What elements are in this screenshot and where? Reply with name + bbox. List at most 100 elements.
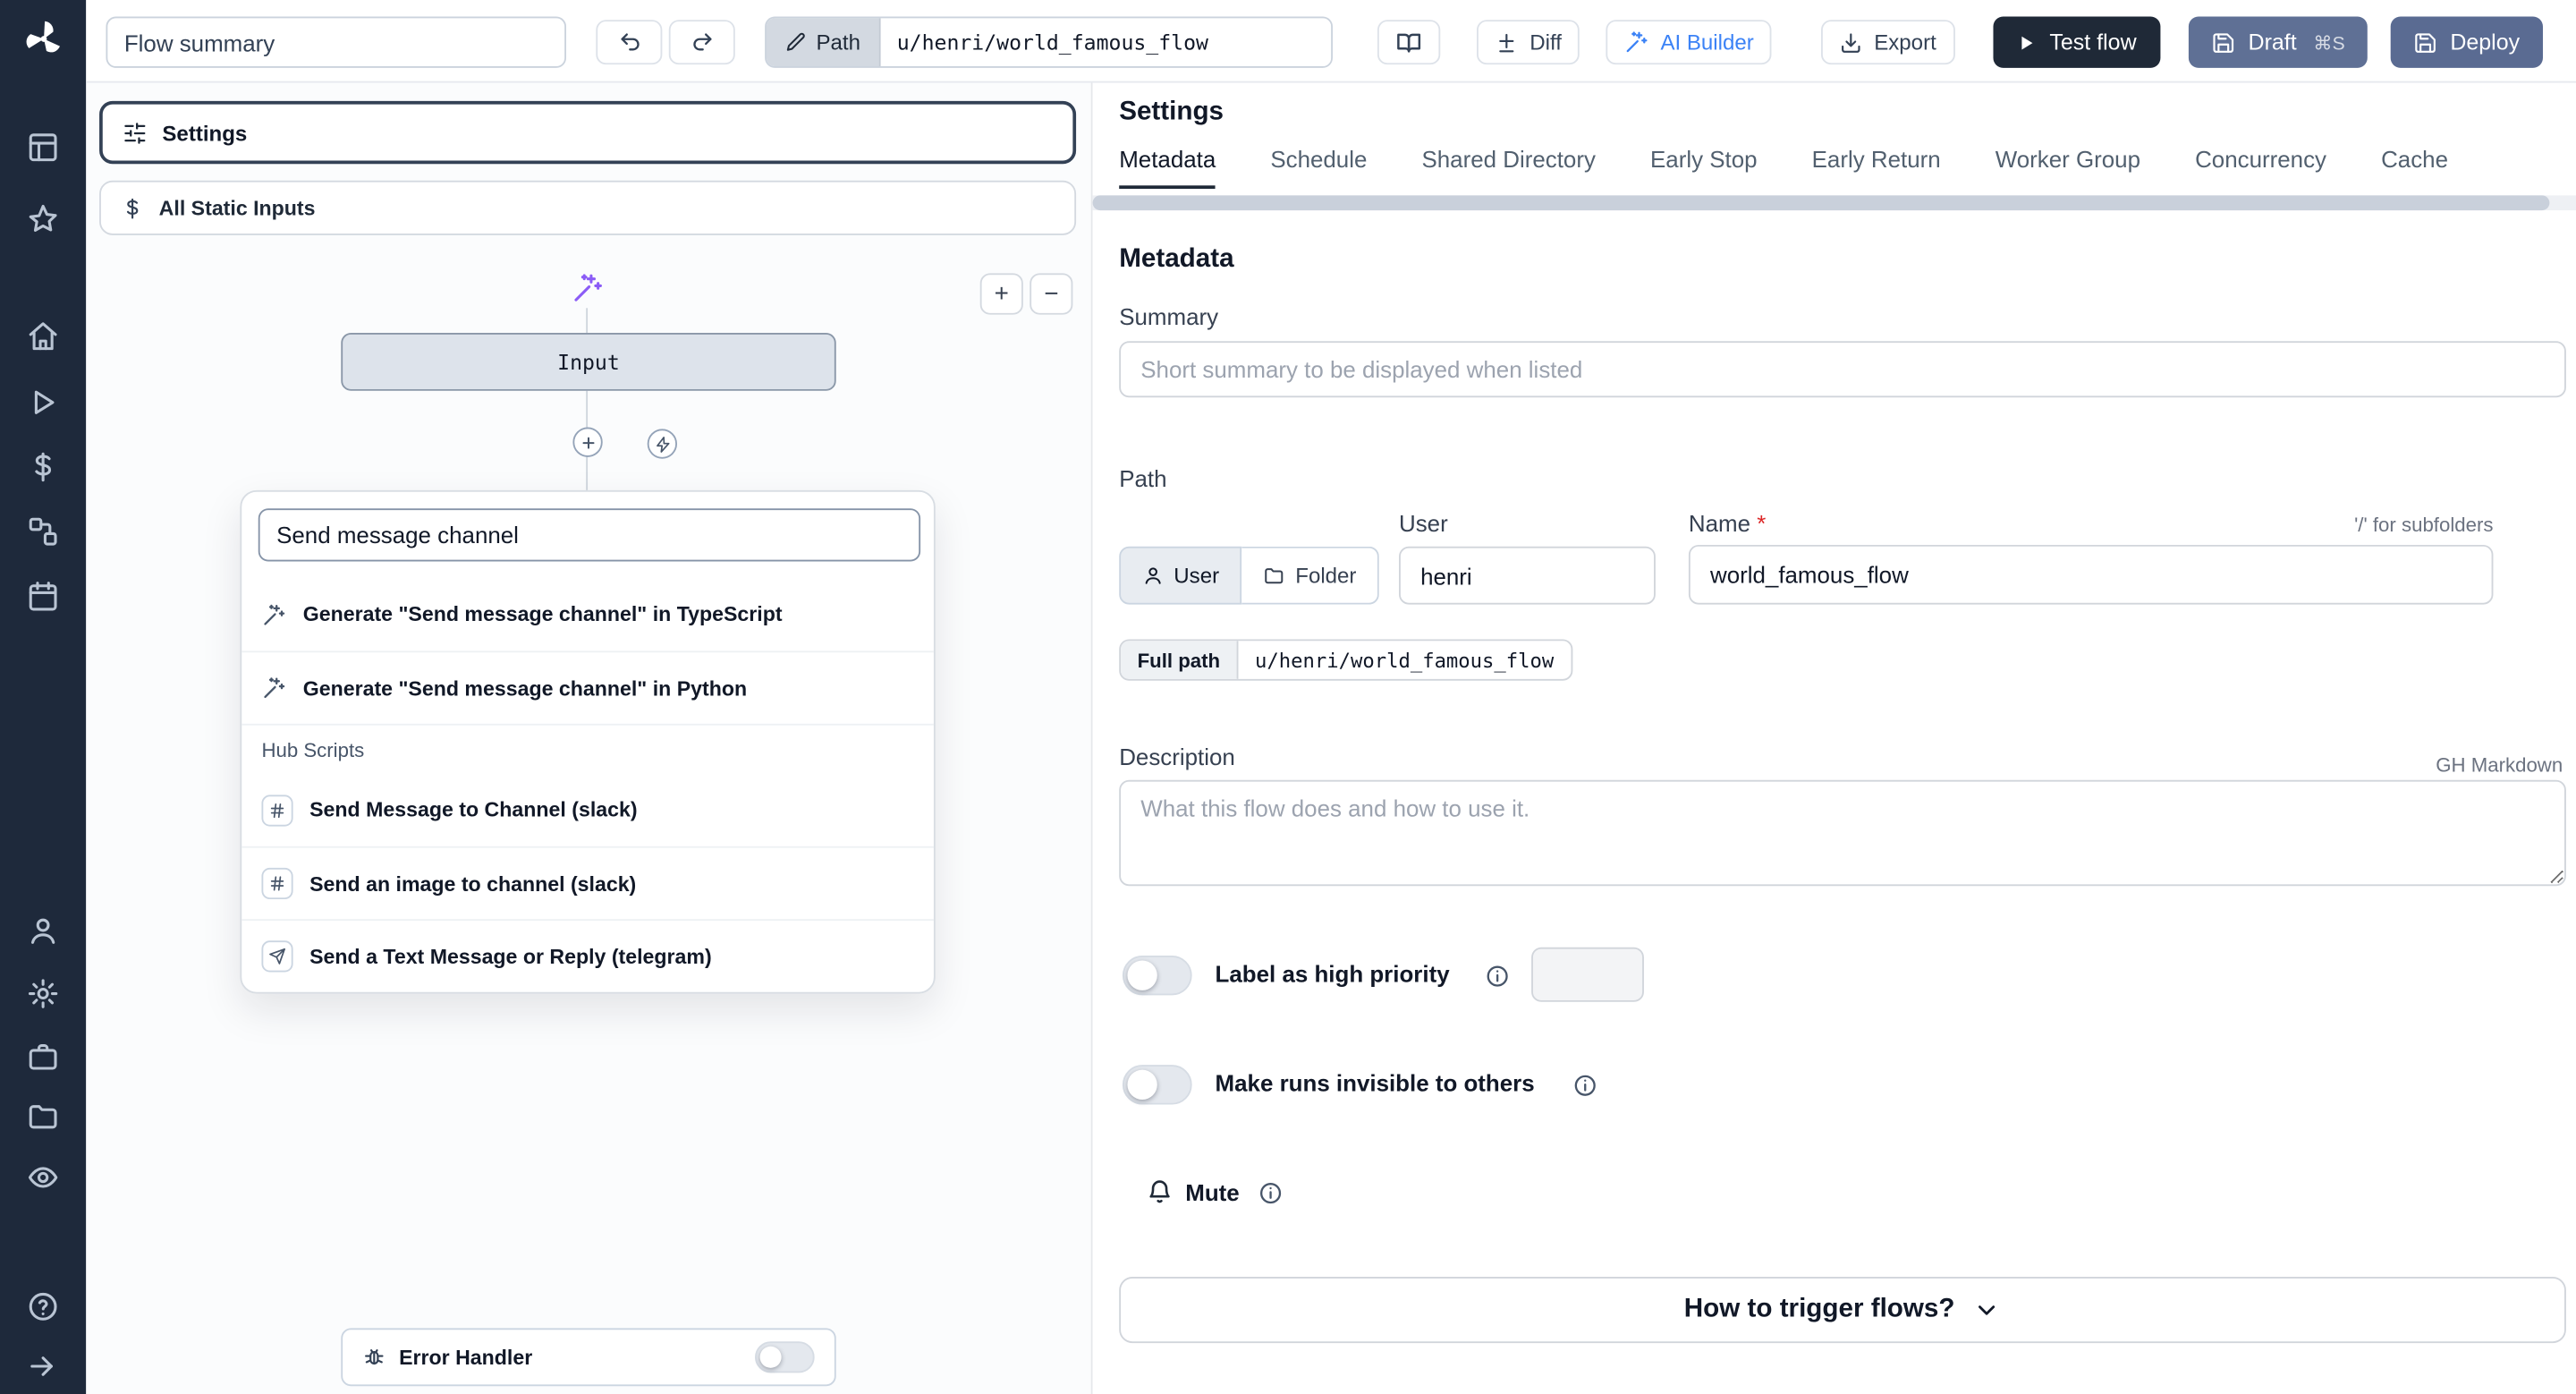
tab-early-stop[interactable]: Early Stop <box>1650 146 1758 189</box>
full-path-value: u/henri/world_famous_flow <box>1254 648 1555 672</box>
tab-cache[interactable]: Cache <box>2381 146 2448 189</box>
search-result-label: Send Message to Channel (slack) <box>309 798 638 822</box>
static-inputs-node[interactable]: All Static Inputs <box>99 180 1077 235</box>
description-textarea[interactable] <box>1119 779 2566 887</box>
hub-scripts-section-label: Hub Scripts <box>242 723 934 774</box>
search-result-generate-python[interactable]: Generate "Send message channel" in Pytho… <box>242 650 934 723</box>
slack-hash-icon <box>261 867 293 900</box>
schedules-calendar-icon[interactable] <box>27 580 60 613</box>
owner-kind-user-button[interactable]: User <box>1119 546 1243 605</box>
owner-kind-toggle: User Folder <box>1119 546 1380 605</box>
tab-concurrency[interactable]: Concurrency <box>2195 146 2326 189</box>
invisible-runs-label: Make runs invisible to others <box>1215 1069 1535 1097</box>
redo-icon <box>690 30 715 55</box>
workflow-icon[interactable] <box>27 515 60 548</box>
name-input[interactable] <box>1688 544 2494 605</box>
content: Settings All Static Inputs Input + − Sen… <box>86 82 2576 1394</box>
how-to-trigger-label: How to trigger flows? <box>1683 1295 1955 1323</box>
zoom-out-button[interactable]: − <box>1030 273 1073 315</box>
user-input[interactable] <box>1399 546 1656 605</box>
variables-dollar-icon[interactable] <box>27 450 60 483</box>
step-search-input[interactable] <box>258 508 921 562</box>
how-to-trigger-button[interactable]: How to trigger flows? <box>1119 1277 2566 1344</box>
wand-icon <box>261 602 286 627</box>
input-node[interactable]: Input <box>341 333 836 391</box>
windmill-logo[interactable] <box>21 17 66 62</box>
subfolder-hint: '/' for subfolders <box>2354 513 2494 537</box>
star-icon[interactable] <box>27 202 60 235</box>
input-node-label: Input <box>557 349 620 375</box>
slack-hash-icon <box>261 794 293 826</box>
undo-icon <box>616 30 641 55</box>
deploy-label: Deploy <box>2450 30 2521 55</box>
add-step-button[interactable] <box>572 427 603 457</box>
audit-eye-icon[interactable] <box>27 1160 60 1194</box>
info-icon[interactable] <box>1485 964 1510 989</box>
ai-builder-button[interactable]: AI Builder <box>1606 20 1773 65</box>
invisible-runs-toggle[interactable] <box>1122 1065 1192 1105</box>
priority-value-input[interactable] <box>1531 947 1644 1002</box>
draft-button[interactable]: Draft ⌘S <box>2188 16 2368 68</box>
tab-early-return[interactable]: Early Return <box>1812 146 1941 189</box>
error-handler-node[interactable]: Error Handler <box>341 1328 836 1387</box>
edit-path-button[interactable]: Path <box>766 18 881 67</box>
redo-button[interactable] <box>668 20 735 65</box>
folders-icon[interactable] <box>27 1100 60 1133</box>
path-control: Path <box>765 16 1333 68</box>
draft-shortcut: ⌘S <box>2313 33 2345 55</box>
search-result-slack-image[interactable]: Send an image to channel (slack) <box>242 846 934 919</box>
settings-gear-icon[interactable] <box>27 977 60 1010</box>
path-input[interactable] <box>880 18 1331 67</box>
docs-button[interactable] <box>1377 20 1441 65</box>
tabs-scrollbar-track <box>1092 195 2576 211</box>
tab-shared-directory[interactable]: Shared Directory <box>1421 146 1595 189</box>
wand-icon <box>1624 30 1649 55</box>
name-field-label: Name * <box>1688 510 1767 537</box>
zoom-in-button[interactable]: + <box>979 273 1023 315</box>
priority-label: Label as high priority <box>1215 960 1450 988</box>
help-icon[interactable] <box>27 1290 60 1323</box>
folder-icon <box>1264 565 1285 586</box>
apps-grid-icon[interactable] <box>27 131 60 164</box>
workers-briefcase-icon[interactable] <box>27 1040 60 1073</box>
tab-metadata[interactable]: Metadata <box>1119 146 1216 190</box>
owner-kind-folder-label: Folder <box>1295 563 1357 589</box>
deploy-button[interactable]: Deploy <box>2390 16 2544 68</box>
priority-toggle[interactable] <box>1122 955 1192 996</box>
ai-wand-icon[interactable] <box>572 272 605 305</box>
settings-title: Settings <box>1119 98 1224 126</box>
mute-label: Mute <box>1185 1178 1240 1206</box>
main-area: Path Diff AI Builder Export Test <box>86 0 2576 1394</box>
expand-sidebar-arrow-icon[interactable] <box>27 1349 60 1382</box>
flow-settings-node[interactable]: Settings <box>99 100 1077 165</box>
error-handler-toggle[interactable] <box>755 1341 815 1373</box>
settings-tabs: Metadata Schedule Shared Directory Early… <box>1119 146 2448 190</box>
full-path-chip: Full path <box>1121 641 1239 679</box>
runs-play-icon[interactable] <box>27 386 60 419</box>
search-result-generate-typescript[interactable]: Generate "Send message channel" in TypeS… <box>242 578 934 650</box>
static-inputs-label: All Static Inputs <box>158 196 316 220</box>
diff-button[interactable]: Diff <box>1477 20 1580 65</box>
info-icon[interactable] <box>1258 1181 1284 1206</box>
markdown-hint: GH Markdown <box>2436 753 2563 778</box>
info-icon[interactable] <box>1572 1073 1597 1098</box>
user-icon[interactable] <box>27 914 60 948</box>
test-flow-button[interactable]: Test flow <box>1993 16 2160 68</box>
search-result-telegram-message[interactable]: Send a Text Message or Reply (telegram) <box>242 919 934 991</box>
flow-settings-label: Settings <box>162 120 248 145</box>
summary-input[interactable] <box>1119 341 2566 398</box>
book-icon <box>1395 29 1422 55</box>
export-button[interactable]: Export <box>1820 20 1955 65</box>
tabs-scrollbar-thumb[interactable] <box>1092 195 2550 211</box>
tab-worker-group[interactable]: Worker Group <box>1996 146 2140 189</box>
search-result-slack-message[interactable]: Send Message to Channel (slack) <box>242 773 934 846</box>
flow-canvas[interactable]: Settings All Static Inputs Input + − Sen… <box>86 82 1093 1394</box>
bug-icon <box>362 1346 386 1369</box>
owner-kind-folder-button[interactable]: Folder <box>1242 546 1380 605</box>
trigger-bolt-button[interactable] <box>647 429 678 459</box>
undo-button[interactable] <box>596 20 663 65</box>
tab-schedule[interactable]: Schedule <box>1270 146 1367 189</box>
diff-label: Diff <box>1530 30 1562 55</box>
flow-summary-input[interactable] <box>106 16 567 68</box>
home-icon[interactable] <box>27 319 60 353</box>
